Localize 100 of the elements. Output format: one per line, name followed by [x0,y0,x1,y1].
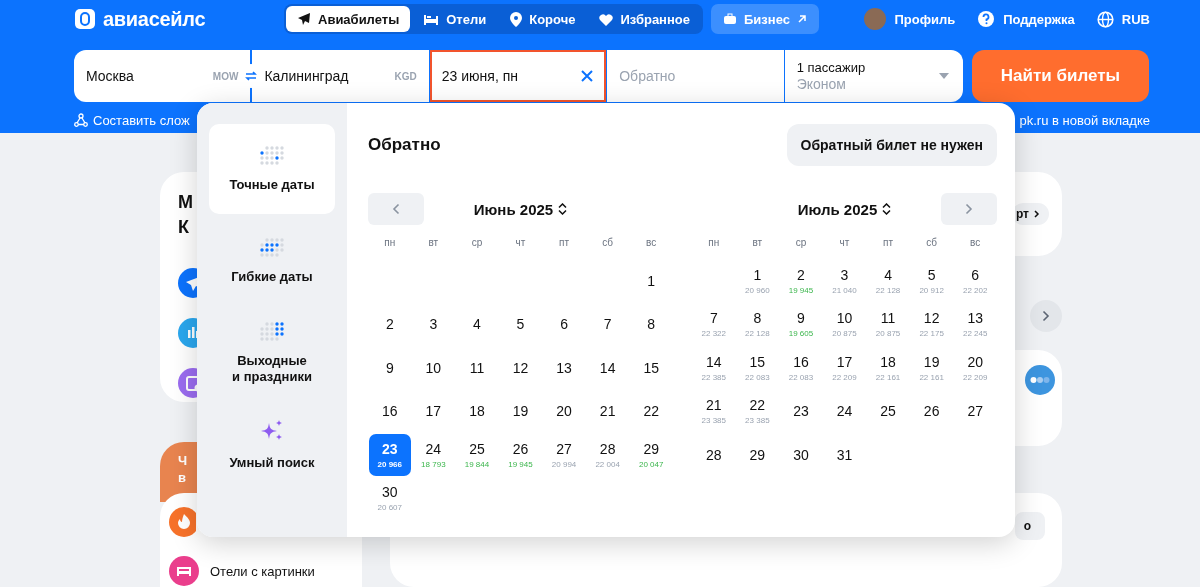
calendar-day[interactable]: 20 22 209 [954,347,996,389]
calendar-day[interactable]: 8 22 128 [736,303,779,346]
calendar-day[interactable]: 27 [954,390,996,433]
passenger-count: 1 пассажир [796,60,866,75]
weekday-label: пт [558,237,571,250]
calendar-day[interactable]: 29 [736,434,779,476]
support-button[interactable]: Поддержка [977,10,1075,28]
calendar-day[interactable]: 12 [499,347,542,389]
calendar-day[interactable]: 12 22 175 [910,303,953,346]
calendar-day[interactable]: 15 [630,347,672,389]
airport-code: KGD [394,70,417,82]
calendar-day[interactable]: 16 22 083 [780,347,822,389]
calendar-day[interactable]: 25 [867,390,909,433]
calendar-day[interactable]: 18 [456,390,498,433]
fire-icon [169,507,196,537]
calendar-day[interactable]: 17 [412,390,455,433]
calendar-day[interactable]: 21 23 385 [693,390,735,433]
list-item-text[interactable]: Отели с картинки [210,563,315,579]
nav-tab[interactable]: Отели [412,6,498,32]
calendar-day[interactable]: 28 [693,434,735,476]
weekday-label: вт [427,237,440,250]
calendar-day[interactable]: 9 19 605 [780,303,822,346]
chip-button[interactable]: о [1015,512,1045,540]
calendar-day[interactable]: 24 18 793 [412,434,455,476]
calendar-day[interactable]: 1 [630,260,672,302]
picker-title: Обратно [368,135,441,155]
dot-grid-icon [260,321,284,341]
calendar-day[interactable]: 15 22 083 [736,347,779,389]
month-selector[interactable]: Июль 2025 [797,200,892,218]
globe-icon [1096,10,1114,28]
calendar-day[interactable]: 26 19 945 [499,434,542,476]
chevron-icon [392,203,400,215]
weekday-label: пт [882,237,895,250]
calendar-day[interactable]: 22 [630,390,672,433]
calendar-day[interactable]: 2 [369,303,411,346]
calendar-day[interactable]: 1 20 960 [736,260,779,302]
calendar-day[interactable]: 3 [412,303,455,346]
calendar-day[interactable]: 10 [412,347,455,389]
weekday-label: чт [514,237,527,250]
arrow-icon [796,14,807,24]
calendar-day[interactable]: 20 [543,390,585,433]
close-icon [580,69,595,83]
logo-text[interactable]: авиасейлс [103,7,206,31]
no-return-button[interactable]: Обратный билет не нужен [786,124,997,166]
passengers-field[interactable]: 1 пассажир Эконом [784,50,964,102]
calendar-day[interactable]: 31 [823,434,866,476]
calendar-day[interactable]: 11 20 875 [867,303,909,346]
nav-tab[interactable]: Короче [499,6,587,32]
calendar-day[interactable]: 30 [780,434,822,476]
calendar-day[interactable]: 16 [369,390,411,433]
calendar-day[interactable]: 13 22 245 [954,303,996,346]
calendar-day[interactable]: 26 [910,390,953,433]
currency-button[interactable]: RUB [1096,10,1150,28]
calendar-day[interactable]: 29 20 047 [630,434,672,476]
calendar-day[interactable]: 23 20 966 [369,434,411,476]
weekday-label: чт [838,237,851,250]
calendar-day[interactable]: 25 19 844 [456,434,498,476]
calendar-day[interactable]: 10 20 875 [823,303,866,346]
complex-route-link[interactable]: Составить слож [74,112,190,128]
calendar-day[interactable]: 13 [543,347,585,389]
dot-grid-icon [260,237,284,257]
calendar-day[interactable]: 6 22 202 [954,260,996,302]
next-button[interactable] [1030,300,1062,332]
calendar-day[interactable]: 5 [499,303,542,346]
mode-option[interactable]: Гибкие даты [209,216,335,306]
calendar-day[interactable]: 4 [456,303,498,346]
calendar-day[interactable]: 4 22 128 [867,260,909,302]
calendar-day[interactable]: 8 [630,303,672,346]
mode-option[interactable]: Выходные и праздники [209,308,335,398]
calendar-day[interactable]: 18 22 161 [867,347,909,389]
calendar-day[interactable]: 7 22 322 [693,303,735,346]
calendar-day[interactable]: 28 22 004 [586,434,629,476]
date-field[interactable]: 23 июня, пн [429,50,607,102]
calendar-day[interactable]: 17 22 209 [823,347,866,389]
calendar-day[interactable]: 7 [586,303,629,346]
location-field[interactable]: Калининград KGD [252,50,429,102]
calendar-day[interactable]: 24 [823,390,866,433]
nav-tab[interactable]: Избранное [588,6,701,32]
calendar-day[interactable]: 23 [780,390,822,433]
month-selector[interactable]: Июнь 2025 [473,200,568,218]
calendar-day[interactable]: 19 [499,390,542,433]
profile-button[interactable]: Профиль [864,8,956,30]
calendar-day[interactable]: 19 22 161 [910,347,953,389]
calendar-day[interactable]: 9 [369,347,411,389]
calendar-day[interactable]: 14 22 385 [693,347,735,389]
calendar-day[interactable]: 11 [456,347,498,389]
nav-tab[interactable]: Авиабилеты [286,6,411,32]
calendar-day[interactable]: 3 21 040 [823,260,866,302]
calendar-day[interactable]: 30 20 607 [369,477,411,520]
mode-option[interactable]: Умный поиск [209,400,335,490]
calendar-day[interactable]: 22 23 385 [736,390,779,433]
calendar-day[interactable]: 21 [586,390,629,433]
new-tab-link[interactable]: pk.ru в новой вкладке [1019,112,1150,128]
calendar-day[interactable]: 27 20 994 [543,434,585,476]
calendar-day[interactable]: 6 [543,303,585,346]
calendar-day[interactable]: 14 [586,347,629,389]
calendar-day[interactable]: 2 19 945 [780,260,822,302]
calendar-day[interactable]: 5 20 912 [910,260,953,302]
location-field[interactable]: Москва MOW [74,50,251,102]
mode-option[interactable]: Точные даты [209,124,335,214]
